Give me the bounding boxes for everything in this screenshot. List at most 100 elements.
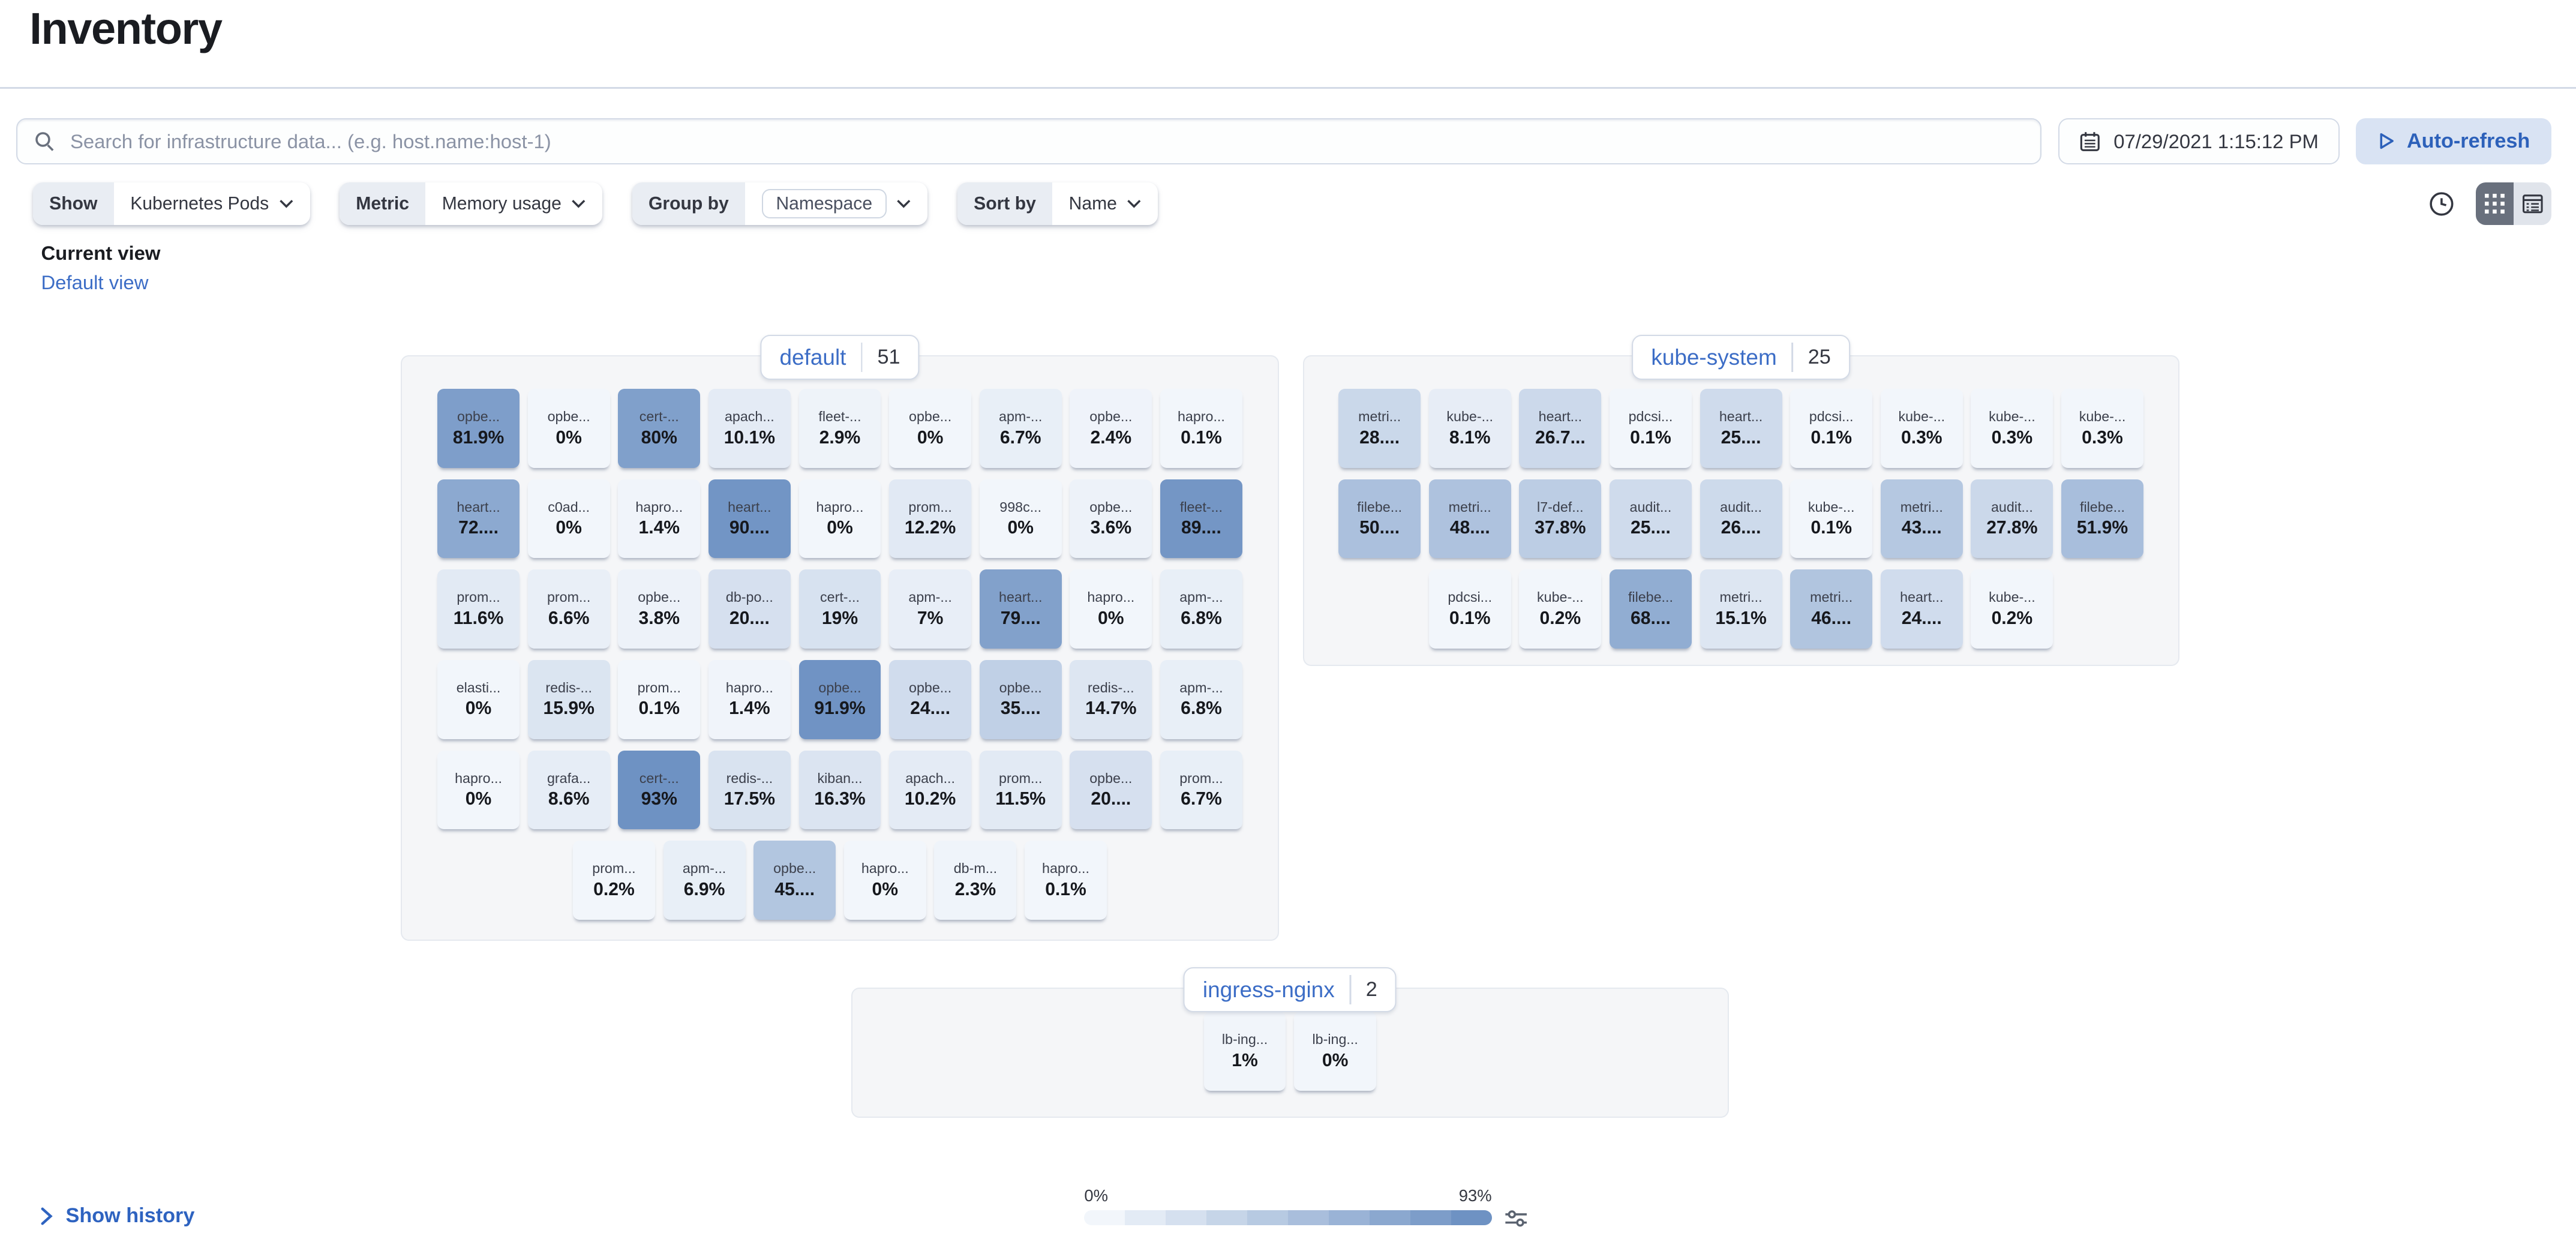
pod-tile[interactable]: opbe...24.... [889,660,971,739]
metric-dropdown[interactable]: Memory usage [425,182,602,225]
pod-tile[interactable]: apm-...6.8% [1160,569,1242,648]
default-view-link[interactable]: Default view [41,271,160,294]
pod-tile[interactable]: prom...11.6% [437,569,520,648]
pod-tile[interactable]: cert-...93% [618,751,700,829]
pod-tile[interactable]: prom...0.1% [618,660,700,739]
pod-tile[interactable]: metri...43.... [1881,479,1963,558]
legend-settings-button[interactable] [1505,1208,1527,1229]
pod-tile[interactable]: l7-def...37.8% [1519,479,1601,558]
pod-tile[interactable]: pdcsi...0.1% [1610,389,1692,467]
pod-tile[interactable]: hapro...0.1% [1160,389,1242,467]
search-input[interactable] [67,128,2025,154]
pod-tile[interactable]: pdcsi...0.1% [1429,569,1511,648]
show-history-link[interactable]: Show history [41,1204,194,1228]
pod-tile[interactable]: kube-...0.2% [1519,569,1601,648]
pod-tile[interactable]: heart...25.... [1700,389,1782,467]
pod-tile[interactable]: kiban...16.3% [799,751,881,829]
pod-tile[interactable]: metri...46.... [1790,569,1872,648]
pod-tile[interactable]: kube-...0.2% [1971,569,2053,648]
pod-tile[interactable]: filebe...68.... [1610,569,1692,648]
group-by-dropdown[interactable]: Namespace [745,182,927,225]
pod-tile[interactable]: db-m...2.3% [934,841,1016,919]
pod-tile[interactable]: apm-...7% [889,569,971,648]
pod-tile[interactable]: heart...72.... [437,479,520,558]
pod-tile[interactable]: 998c...0% [980,479,1062,558]
sort-by-dropdown[interactable]: Name [1052,182,1158,225]
pod-tile[interactable]: hapro...0% [1070,569,1152,648]
pod-tile[interactable]: redis-...17.5% [708,751,791,829]
pod-tile[interactable]: apach...10.1% [708,389,791,467]
pod-tile[interactable]: heart...79.... [980,569,1062,648]
pod-tile[interactable]: opbe...2.4% [1070,389,1152,467]
badge-divider [1791,343,1793,372]
show-dropdown[interactable]: Kubernetes Pods [114,182,310,225]
pod-tile[interactable]: elasti...0% [437,660,520,739]
table-view-button[interactable] [2514,182,2551,225]
pod-tile[interactable]: redis-...15.9% [528,660,610,739]
pod-tile[interactable]: hapro...0% [799,479,881,558]
pod-tile[interactable]: db-po...20.... [708,569,791,648]
pod-tile[interactable]: apm-...6.8% [1160,660,1242,739]
pod-tile[interactable]: hapro...0% [437,751,520,829]
pod-tile[interactable]: opbe...0% [528,389,610,467]
pod-tile[interactable]: redis-...14.7% [1070,660,1152,739]
pod-tile[interactable]: apach...10.2% [889,751,971,829]
pod-tile[interactable]: metri...28.... [1338,389,1421,467]
pod-tile[interactable]: hapro...1.4% [618,479,700,558]
pod-tile[interactable]: metri...48.... [1429,479,1511,558]
pod-tile[interactable]: opbe...3.6% [1070,479,1152,558]
pod-tile[interactable]: kube-...0.3% [1881,389,1963,467]
pod-tile[interactable]: metri...15.1% [1700,569,1782,648]
pod-tile[interactable]: prom...6.6% [528,569,610,648]
pod-tile[interactable]: fleet-...2.9% [799,389,881,467]
pod-tile[interactable]: kube-...0.3% [2061,389,2143,467]
grid-view-button[interactable] [2476,182,2514,225]
pod-tile[interactable]: hapro...0% [844,841,926,919]
pod-tile[interactable]: prom...11.5% [980,751,1062,829]
auto-refresh-button[interactable]: Auto-refresh [2356,118,2551,164]
metric-value: Memory usage [442,194,562,214]
pod-tile[interactable]: filebe...50.... [1338,479,1421,558]
pod-metric-value: 12.2% [905,519,956,537]
pod-tile[interactable]: kube-...0.1% [1790,479,1872,558]
group-name-link[interactable]: default [779,345,846,370]
pod-metric-value: 17.5% [724,790,775,808]
pod-tile[interactable]: apm-...6.9% [663,841,746,919]
pod-tile[interactable]: opbe...45.... [753,841,836,919]
pod-tile[interactable]: filebe...51.9% [2061,479,2143,558]
pod-tile[interactable]: prom...12.2% [889,479,971,558]
date-picker-button[interactable]: 07/29/2021 1:15:12 PM [2058,118,2340,164]
pod-tile[interactable]: hapro...0.1% [1025,841,1107,919]
pod-tile[interactable]: lb-ing...0% [1294,1012,1376,1090]
pod-tile[interactable]: hapro...1.4% [708,660,791,739]
pod-tile[interactable]: audit...25.... [1610,479,1692,558]
pod-tile[interactable]: opbe...0% [889,389,971,467]
pod-tile[interactable]: opbe...81.9% [437,389,520,467]
pod-tile[interactable]: lb-ing...1% [1204,1012,1286,1090]
pod-tile[interactable]: heart...90.... [708,479,791,558]
pod-tile[interactable]: fleet-...89.... [1160,479,1242,558]
group-name-link[interactable]: ingress-nginx [1203,977,1335,1003]
pod-tile[interactable]: cert-...80% [618,389,700,467]
pod-tile[interactable]: audit...27.8% [1971,479,2053,558]
pod-tile[interactable]: prom...0.2% [573,841,655,919]
pod-tile[interactable]: audit...26.... [1700,479,1782,558]
timeline-clock-button[interactable] [2428,191,2455,217]
pod-tile[interactable]: cert-...19% [799,569,881,648]
pod-name: audit... [1630,500,1672,514]
pod-tile[interactable]: heart...24.... [1881,569,1963,648]
pod-tile[interactable]: prom...6.7% [1160,751,1242,829]
group-name-link[interactable]: kube-system [1651,345,1776,370]
pod-name: kube-... [1537,590,1584,604]
pod-tile[interactable]: grafa...8.6% [528,751,610,829]
pod-tile[interactable]: kube-...8.1% [1429,389,1511,467]
pod-tile[interactable]: apm-...6.7% [980,389,1062,467]
pod-tile[interactable]: opbe...3.8% [618,569,700,648]
pod-tile[interactable]: opbe...35.... [980,660,1062,739]
pod-tile[interactable]: opbe...91.9% [799,660,881,739]
pod-tile[interactable]: opbe...20.... [1070,751,1152,829]
pod-tile[interactable]: c0ad...0% [528,479,610,558]
pod-tile[interactable]: heart...26.7... [1519,389,1601,467]
pod-tile[interactable]: pdcsi...0.1% [1790,389,1872,467]
pod-tile[interactable]: kube-...0.3% [1971,389,2053,467]
